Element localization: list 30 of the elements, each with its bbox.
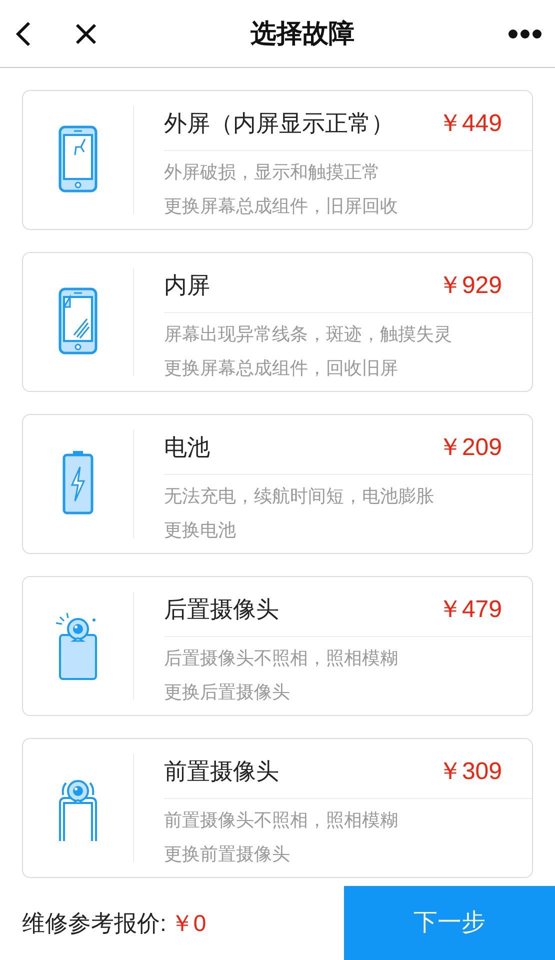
fault-remedy: 更换屏幕总成组件，旧屏回收 xyxy=(164,195,399,218)
fault-price: ￥309 xyxy=(438,756,502,786)
fault-card[interactable]: 电池 ￥209 无法充电，续航时间短，电池膨胀 更换电池 xyxy=(22,414,533,554)
fault-card[interactable]: 前置摄像头 ￥309 前置摄像头不照相，照相模糊 更换前置摄像头 xyxy=(22,738,533,878)
fault-symptom: 前置摄像头不照相，照相模糊 xyxy=(164,809,399,832)
fault-name: 电池 xyxy=(164,433,210,462)
fault-name: 内屏 xyxy=(164,271,210,300)
fault-price: ￥479 xyxy=(438,594,502,624)
page-title: 选择故障 xyxy=(250,17,354,50)
fault-card[interactable]: 后置摄像头 ￥479 后置摄像头不照相，照相模糊 更换后置摄像头 xyxy=(22,576,533,716)
fault-card[interactable]: 外屏（内屏显示正常） ￥449 外屏破损，显示和触摸正常 更换屏幕总成组件，旧屏回收 xyxy=(22,90,533,230)
fault-symptom: 后置摄像头不照相，照相模糊 xyxy=(164,647,399,670)
close-icon[interactable] xyxy=(74,22,98,46)
fault-remedy: 更换前置摄像头 xyxy=(164,843,291,866)
more-icon[interactable] xyxy=(507,28,543,40)
fault-price: ￥929 xyxy=(438,270,502,300)
fault-price: ￥449 xyxy=(438,108,502,138)
quote-total: ￥0 xyxy=(170,908,206,938)
fault-card[interactable]: 内屏 ￥929 屏幕出现异常线条，斑迹，触摸失灵 更换屏幕总成组件，回收旧屏 xyxy=(22,252,533,392)
fault-remedy: 更换屏幕总成组件，回收旧屏 xyxy=(164,357,399,380)
fault-remedy: 更换后置摄像头 xyxy=(164,681,291,704)
fault-symptom: 外屏破损，显示和触摸正常 xyxy=(164,161,381,184)
quote-label: 维修参考报价: xyxy=(22,908,166,938)
fault-price: ￥209 xyxy=(438,432,502,462)
fault-name: 前置摄像头 xyxy=(164,757,279,786)
fault-name: 外屏（内屏显示正常） xyxy=(164,109,394,138)
fault-name: 后置摄像头 xyxy=(164,595,279,624)
fault-remedy: 更换电池 xyxy=(164,519,237,542)
fault-symptom: 无法充电，续航时间短，电池膨胀 xyxy=(164,485,435,508)
fault-symptom: 屏幕出现异常线条，斑迹，触摸失灵 xyxy=(164,323,453,346)
